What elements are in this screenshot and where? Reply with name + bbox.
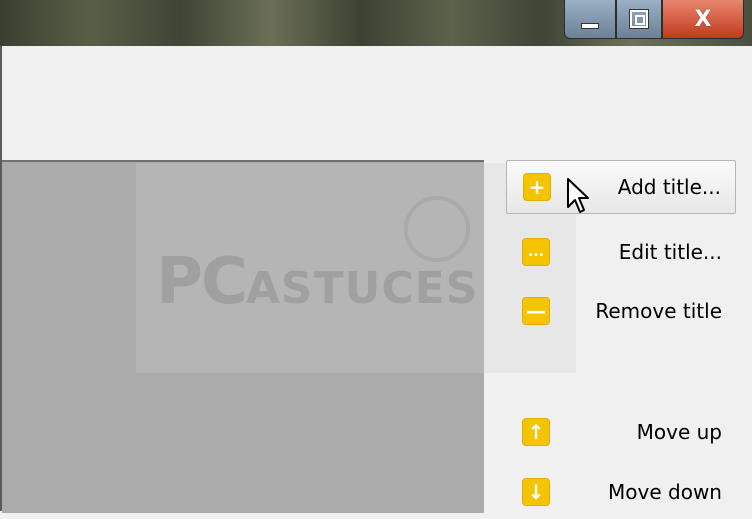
remove-title-button[interactable]: — Remove title <box>506 284 736 338</box>
edit-title-label: Edit title... <box>618 240 722 264</box>
watermark-logo: PCASTUCES <box>156 245 478 319</box>
watermark-brand: PC <box>156 245 248 319</box>
minimize-button[interactable] <box>564 0 616 39</box>
move-up-button[interactable]: ↑ Move up <box>506 405 736 459</box>
mouse-pointer-icon <box>567 178 589 213</box>
remove-title-label: Remove title <box>595 299 722 323</box>
edit-title-button[interactable]: ... Edit title... <box>506 225 736 279</box>
maximize-icon <box>630 10 648 28</box>
close-icon: X <box>694 6 712 32</box>
move-up-label: Move up <box>636 420 722 444</box>
arrow-up-glyph: ↑ <box>527 420 545 444</box>
ellipsis-icon: ... <box>522 238 550 266</box>
arrow-down-icon: ↓ <box>522 478 550 506</box>
arrow-up-icon: ↑ <box>522 418 550 446</box>
add-title-button[interactable]: + Add title... <box>506 160 736 214</box>
minus-glyph: — <box>526 299 546 323</box>
minimize-icon <box>581 23 599 29</box>
close-button[interactable]: X <box>662 0 744 39</box>
arrow-down-glyph: ↓ <box>527 480 545 504</box>
watermark-word: ASTUCES <box>245 263 479 314</box>
maximize-button[interactable] <box>616 0 662 39</box>
plus-glyph: + <box>528 175 546 199</box>
window-controls: X <box>564 0 744 39</box>
plus-icon: + <box>523 173 551 201</box>
minus-icon: — <box>522 297 550 325</box>
move-down-label: Move down <box>608 480 722 504</box>
ellipsis-glyph: ... <box>528 244 544 260</box>
